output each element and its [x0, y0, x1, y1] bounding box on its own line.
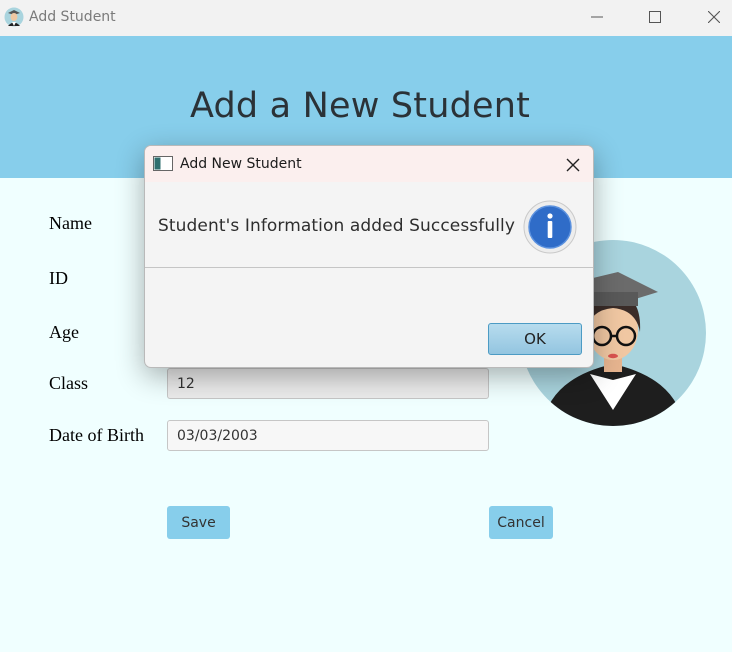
dialog-message: Student's Information added Successfully: [158, 216, 516, 236]
minimize-icon: [591, 16, 603, 18]
info-icon: [523, 200, 577, 254]
ok-button[interactable]: OK: [488, 323, 582, 355]
name-label: Name: [49, 213, 92, 233]
info-dialog: Add New Student Student's Information ad…: [144, 145, 594, 368]
age-label: Age: [49, 322, 79, 342]
maximize-button[interactable]: [626, 0, 684, 34]
close-icon: [708, 11, 720, 23]
close-icon: [566, 158, 580, 172]
page-title: Add a New Student: [189, 86, 531, 126]
class-label: Class: [49, 373, 89, 393]
close-window-button[interactable]: [685, 0, 732, 34]
window-title: Add Student: [29, 9, 116, 25]
dob-label: Date of Birth: [49, 425, 144, 445]
window-titlebar: Add Student: [0, 0, 732, 36]
cancel-button[interactable]: Cancel: [489, 506, 553, 539]
minimize-button[interactable]: [568, 0, 626, 34]
dialog-divider: [145, 267, 593, 268]
dob-field[interactable]: 03/03/2003: [167, 420, 489, 451]
window-app-icon: [153, 156, 173, 171]
maximize-icon: [649, 11, 661, 23]
save-button[interactable]: Save: [167, 506, 230, 539]
class-field[interactable]: 12: [167, 368, 489, 399]
dialog-title: Add New Student: [180, 156, 302, 172]
id-label: ID: [49, 268, 68, 288]
dialog-close-button[interactable]: [563, 155, 583, 175]
student-avatar-icon: [4, 7, 24, 27]
